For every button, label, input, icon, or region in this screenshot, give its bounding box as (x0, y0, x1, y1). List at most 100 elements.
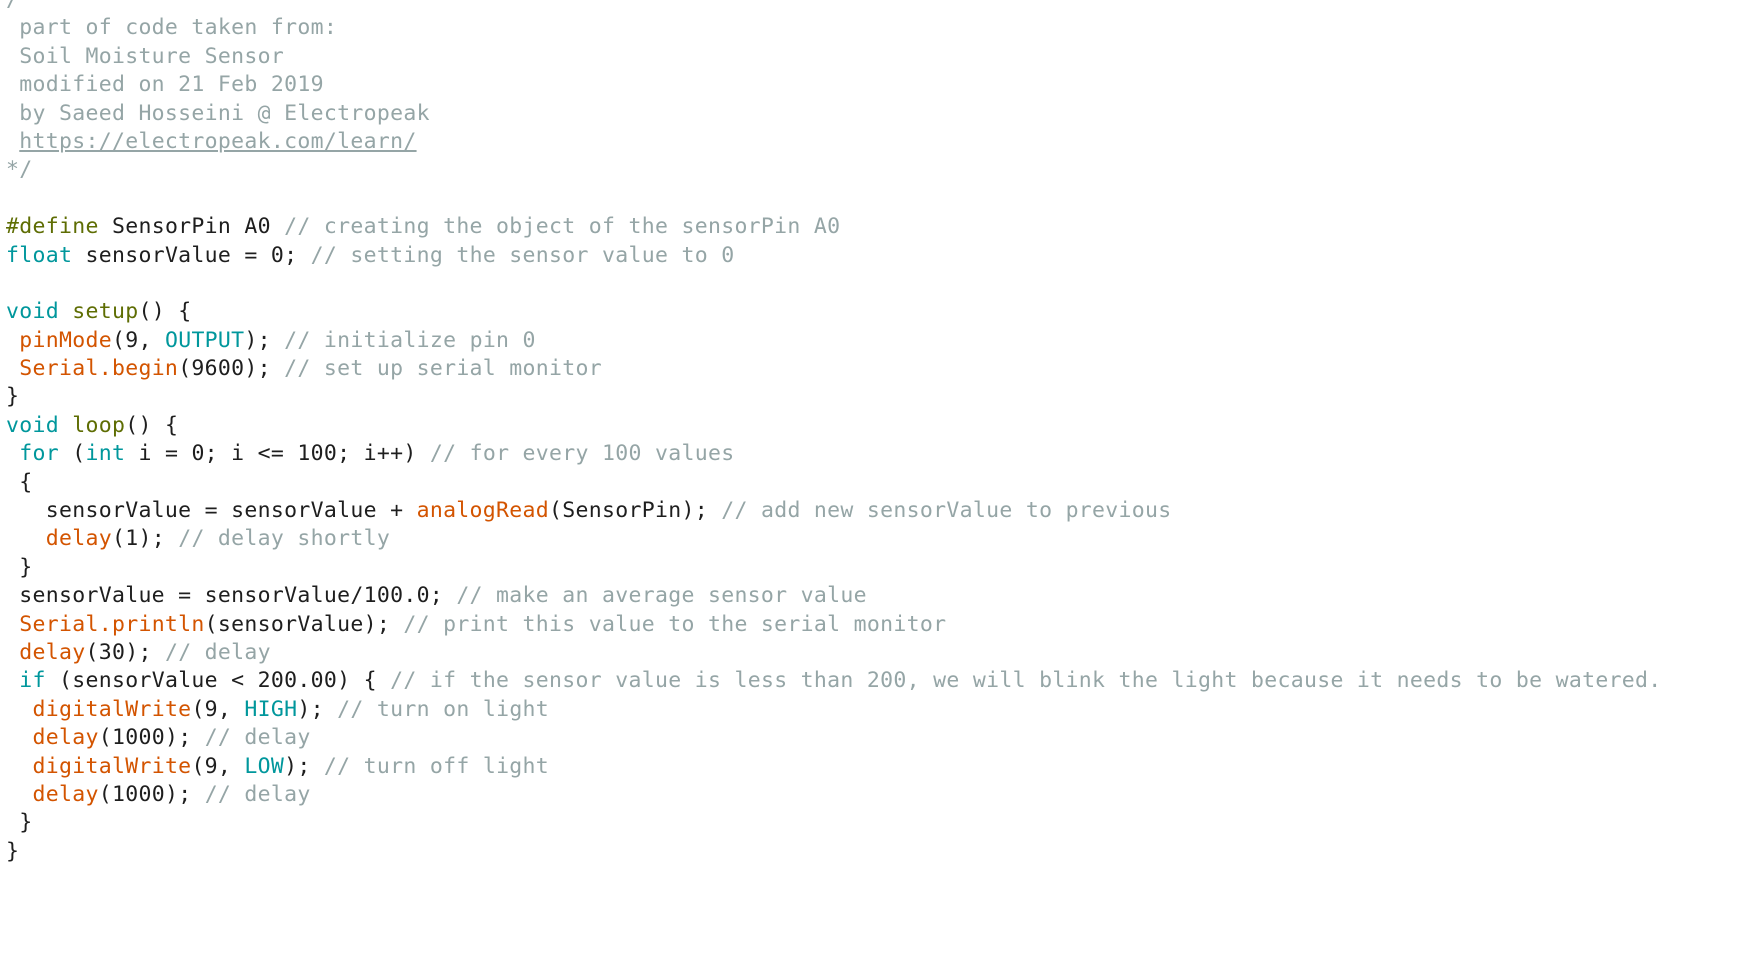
control-keyword-token: for (19, 441, 59, 467)
code-line: #define SensorPin A0 // creating the obj… (6, 213, 1662, 241)
code-token: (9, (111, 327, 165, 353)
builtin-function-token: digitalWrite (32, 753, 192, 779)
code-line: /* (6, 0, 1662, 14)
code-line: digitalWrite(9, HIGH); // turn on light (6, 696, 1662, 724)
comment-token: */ (6, 157, 33, 183)
comment-token: // delay (164, 639, 271, 665)
code-line: void setup() { (6, 298, 1662, 326)
code-line: part of code taken from: (6, 14, 1662, 42)
builtin-function-token: analogRead (416, 498, 550, 524)
code-text-area[interactable]: /* part of code taken from: Soil Moistur… (6, 0, 1662, 866)
control-keyword-token: if (19, 668, 46, 694)
builtin-function-token: delay (45, 526, 112, 552)
comment-token: by Saeed Hosseini @ Electropeak (6, 100, 430, 126)
builtin-function-token: delay (32, 725, 99, 751)
function-name-token: setup (72, 299, 139, 325)
comment-token: // turn on light (337, 696, 550, 722)
code-token: (30); (85, 639, 165, 665)
comment-token: // creating the object of the sensorPin … (284, 214, 841, 240)
code-token: sensorValue = sensorValue + (6, 498, 417, 524)
code-token: } (6, 838, 20, 864)
comment-link[interactable]: https://electropeak.com/learn/ (19, 129, 416, 154)
code-token: ); (284, 753, 324, 779)
code-token: () { (125, 412, 179, 438)
code-line: { (6, 469, 1662, 497)
comment-token: // add new sensorValue to previous (721, 498, 1172, 524)
builtin-function-token: delay (19, 639, 86, 665)
comment-token: // initialize pin 0 (284, 327, 536, 353)
code-line: */ (6, 156, 1662, 184)
code-token: ( (58, 441, 86, 467)
comment-token: // if the sensor value is less than 200,… (390, 668, 1662, 694)
comment-token: Soil Moisture Sensor (6, 43, 285, 69)
code-line: https://electropeak.com/learn/ (6, 128, 1662, 156)
code-line: for (int i = 0; i <= 100; i++) // for ev… (6, 440, 1662, 468)
comment-token: modified on 21 Feb 2019 (6, 72, 324, 98)
code-line: modified on 21 Feb 2019 (6, 71, 1662, 99)
code-line: void loop() { (6, 412, 1662, 440)
code-token: i = 0; i <= 100; i++) (125, 441, 430, 467)
keyword-token: int (85, 441, 126, 467)
keyword-token: void (6, 412, 59, 438)
code-line: } (6, 383, 1662, 411)
code-token: (9, (191, 696, 245, 722)
builtin-function-token: Serial.begin (19, 356, 179, 382)
keyword-token: void (6, 299, 59, 325)
comment-token: // print this value to the serial monito… (403, 611, 947, 637)
code-line: pinMode(9, OUTPUT); // initialize pin 0 (6, 327, 1662, 355)
builtin-function-token: digitalWrite (32, 696, 192, 722)
code-token: (9, (191, 753, 245, 779)
code-token: SensorPin A0 (98, 214, 285, 240)
code-line: } (6, 554, 1662, 582)
keyword-token: float (6, 242, 73, 268)
code-line: delay(1000); // delay (6, 781, 1662, 809)
code-line: } (6, 809, 1662, 837)
code-token: ); (297, 696, 338, 722)
comment-token: /* (6, 0, 33, 12)
comment-token (6, 129, 19, 154)
code-token: } (6, 810, 33, 836)
code-token: sensorValue = 0; (72, 242, 311, 268)
comment-token: part of code taken from: (6, 15, 338, 41)
code-token: (1000); (98, 781, 205, 807)
code-token: (sensorValue); (204, 611, 404, 637)
code-token: (SensorPin); (549, 498, 722, 524)
builtin-function-token: pinMode (19, 327, 112, 353)
code-line: Serial.println(sensorValue); // print th… (6, 611, 1662, 639)
code-token: (9600); (178, 356, 285, 382)
code-line: Serial.begin(9600); // set up serial mon… (6, 355, 1662, 383)
code-token: { (6, 469, 33, 495)
constant-token: OUTPUT (164, 327, 245, 353)
code-line: } (6, 838, 1662, 866)
comment-token: // delay shortly (178, 526, 391, 552)
comment-token: // set up serial monitor (284, 356, 602, 382)
code-line: delay(1000); // delay (6, 724, 1662, 752)
comment-token: // delay (204, 781, 311, 807)
code-line: Soil Moisture Sensor (6, 43, 1662, 71)
builtin-function-token: delay (32, 781, 99, 807)
code-line: sensorValue = sensorValue + analogRead(S… (6, 497, 1662, 525)
function-name-token: loop (72, 412, 126, 438)
code-line: digitalWrite(9, LOW); // turn off light (6, 753, 1662, 781)
code-token: } (6, 554, 33, 580)
comment-token: // for every 100 values (429, 441, 735, 467)
code-line: if (sensorValue < 200.00) { // if the se… (6, 667, 1662, 695)
code-line: delay(30); // delay (6, 639, 1662, 667)
constant-token: LOW (244, 753, 285, 779)
code-token: (1000); (98, 725, 205, 751)
comment-token: // setting the sensor value to 0 (310, 242, 735, 268)
code-editor-window: { "colors": { "background": "#ffffff", "… (0, 0, 1763, 977)
constant-token: HIGH (244, 696, 298, 722)
preprocessor-token: #define (6, 214, 99, 240)
code-token: ); (244, 327, 285, 353)
